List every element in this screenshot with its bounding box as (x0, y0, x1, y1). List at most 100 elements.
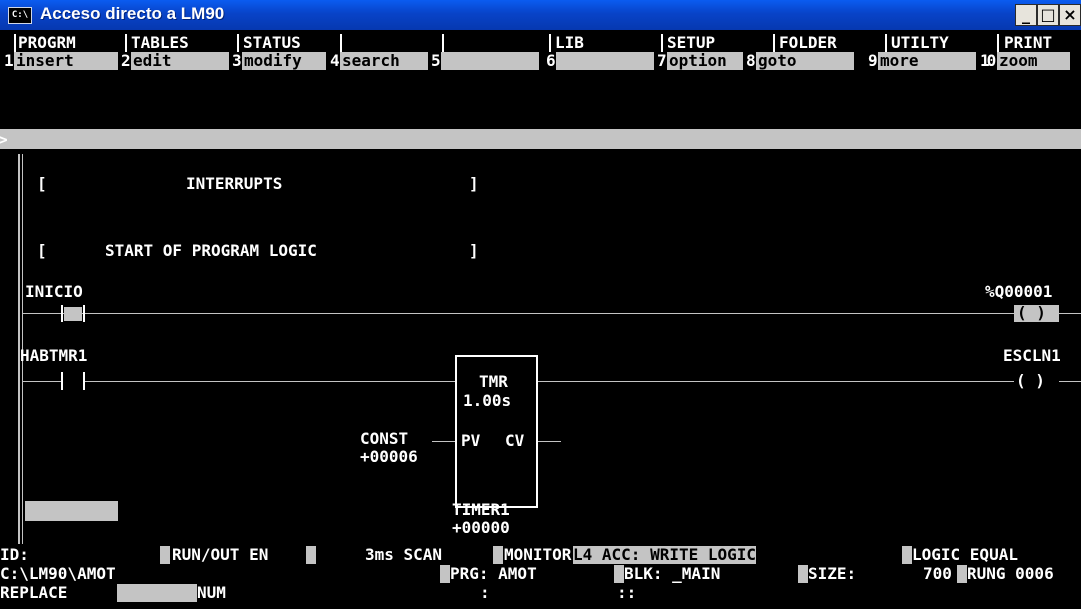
fkey-search[interactable]: search (340, 52, 428, 70)
timer-base: 1.00s (463, 391, 512, 410)
menu-separator (340, 34, 342, 52)
menu-category-tables[interactable]: TABLES (131, 34, 189, 52)
const-label[interactable]: CONST (360, 430, 408, 448)
menu-separator (442, 34, 444, 52)
status-separator: : (480, 583, 490, 602)
status-num: NUM (197, 583, 226, 602)
status-block (440, 565, 450, 583)
fkey-more[interactable]: more (878, 52, 976, 70)
status-logic-equal: LOGIC EQUAL (912, 545, 1018, 564)
timer-value: +00000 (452, 518, 510, 537)
fkey-label: zoom (999, 51, 1038, 70)
menu-separator (661, 34, 663, 52)
menu-category-lib[interactable]: LIB (555, 34, 584, 52)
timer-type: TMR (479, 372, 508, 391)
timer-name[interactable]: TIMER1 (452, 501, 510, 519)
coil-escln1[interactable]: ( ) (1014, 372, 1059, 390)
command-prompt: > (0, 130, 8, 149)
fkey-modify[interactable]: modify (242, 52, 326, 70)
rung-wire (22, 313, 1081, 314)
menu-separator (237, 34, 239, 52)
fkey-number: 7 (657, 51, 667, 70)
comment-open-bracket: [ (37, 174, 47, 193)
fkey-number: 6 (546, 51, 556, 70)
menu-separator (125, 34, 127, 52)
status-row-3: REPLACE NUM : :: (0, 584, 1081, 603)
comment-interrupts[interactable]: INTERRUPTS (186, 175, 282, 193)
contact-habtmr1[interactable] (47, 372, 93, 390)
minimize-button[interactable]: _ (1015, 4, 1037, 26)
fkey-number: 5 (431, 51, 441, 70)
timer-cv-label: CV (505, 431, 525, 450)
coil-q00001[interactable]: ( ) (1014, 303, 1059, 322)
maximize-button[interactable]: □ (1037, 4, 1059, 26)
menu-category-utilty[interactable]: UTILTY (891, 34, 949, 52)
menu-category-setup[interactable]: SETUP (667, 34, 715, 52)
comment-start-of-program-logic[interactable]: START OF PROGRAM LOGIC (105, 242, 317, 260)
status-run-mode: RUN/OUT EN (172, 545, 269, 564)
edit-cursor[interactable] (25, 501, 118, 521)
contact-label-habtmr1[interactable]: HABTMR1 (20, 347, 87, 365)
fkey-goto[interactable]: goto (756, 52, 854, 70)
window-title-bar[interactable]: C:\ Acceso directo a LM90 _ □ × (0, 0, 1081, 30)
menu-category-progrm[interactable]: PROGRM (18, 34, 76, 52)
fkey-label: more (880, 51, 919, 70)
fkey-zoom[interactable]: zoom (997, 52, 1070, 70)
menu-separator (885, 34, 887, 52)
coil-label-q00001[interactable]: %Q00001 (985, 283, 1052, 301)
status-acc: L4 ACC: WRITE LOGIC (573, 545, 757, 564)
comment-close-bracket: ] (469, 241, 479, 260)
fkey-label: goto (758, 51, 797, 70)
status-id: ID: (0, 545, 29, 564)
fkey-6[interactable] (556, 52, 654, 70)
menu-category-folder[interactable]: FOLDER (779, 34, 837, 52)
window-title: Acceso directo a LM90 (40, 4, 225, 23)
function-key-row: 1 insert 2 edit 3 modify 4 search 5 6 7 … (0, 52, 1081, 70)
fkey-5[interactable] (441, 52, 539, 70)
fkey-label: edit (133, 51, 172, 70)
fkey-edit[interactable]: edit (131, 52, 229, 70)
status-row-1: ID: RUN/OUT EN 3ms SCAN MONITOR L4 ACC: … (0, 546, 1081, 565)
fkey-label: modify (244, 51, 302, 70)
fkey-label: search (342, 51, 400, 70)
close-button[interactable]: × (1059, 4, 1081, 26)
status-prg: PRG: AMOT (450, 564, 537, 583)
menu-separator (549, 34, 551, 52)
status-scan: 3ms SCAN (365, 545, 443, 564)
fkey-number: 2 (121, 51, 131, 70)
status-block (957, 565, 967, 583)
comment-close-bracket: ] (469, 174, 479, 193)
status-replace: REPLACE (0, 583, 68, 602)
fkey-label: option (669, 51, 727, 70)
status-block (614, 565, 624, 583)
status-monitor: MONITOR (504, 545, 572, 564)
status-block (306, 546, 316, 564)
menu-separator (997, 34, 999, 52)
status-rung: RUNG 0006 (967, 564, 1054, 583)
status-size-value: 700 (923, 564, 952, 583)
status-row-2: C:\LM90\AMOT PRG: AMOT BLK: _MAIN SIZE: … (0, 565, 1081, 584)
menu-category-status[interactable]: STATUS (243, 34, 301, 52)
status-block (493, 546, 503, 564)
menu-category-print[interactable]: PRINT (1004, 34, 1052, 52)
const-value[interactable]: +00006 (360, 448, 418, 466)
comment-open-bracket: [ (37, 241, 47, 260)
menu-category-row: PROGRM TABLES STATUS LIB SETUP FOLDER UT… (0, 34, 1081, 70)
fkey-option[interactable]: option (667, 52, 743, 70)
status-block (117, 584, 197, 602)
command-input[interactable] (0, 129, 1081, 149)
timer-pv-label: PV (461, 431, 481, 450)
console-app-icon[interactable]: C:\ (8, 7, 32, 24)
status-block (160, 546, 170, 564)
fkey-number: 10 (980, 51, 996, 70)
coil-label-escln1[interactable]: ESCLN1 (1003, 347, 1061, 365)
fkey-insert[interactable]: insert (14, 52, 118, 70)
contact-inicio[interactable] (47, 305, 93, 322)
coil-symbol: ( ) (1017, 303, 1046, 322)
fkey-number: 3 (232, 51, 242, 70)
contact-label-inicio[interactable]: INICIO (25, 283, 83, 301)
rung-wire (538, 381, 1081, 382)
fkey-number: 9 (868, 51, 878, 70)
fkey-number: 8 (746, 51, 756, 70)
fkey-number: 4 (330, 51, 340, 70)
